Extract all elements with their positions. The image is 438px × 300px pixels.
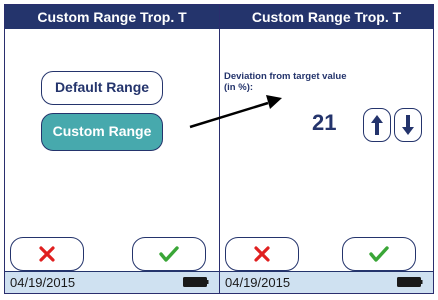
right-title: Custom Range Trop. T	[220, 5, 433, 29]
right-screen: Custom Range Trop. T Deviation from targ…	[219, 4, 434, 294]
status-bar: 04/19/2015	[5, 271, 219, 293]
default-range-button[interactable]: Default Range	[41, 71, 163, 105]
increase-button[interactable]	[363, 108, 391, 142]
left-screen: Custom Range Trop. T Default Range Custo…	[4, 4, 220, 294]
date-text: 04/19/2015	[225, 275, 291, 290]
arrow-down-icon	[402, 115, 414, 135]
cancel-button[interactable]	[225, 237, 299, 271]
arrow-up-icon	[371, 115, 383, 135]
decrease-button[interactable]	[394, 108, 422, 142]
left-title: Custom Range Trop. T	[5, 5, 219, 29]
x-icon	[254, 246, 270, 262]
x-icon	[39, 246, 55, 262]
canvas: Custom Range Trop. T Default Range Custo…	[0, 0, 438, 300]
battery-icon	[397, 277, 423, 287]
custom-range-button[interactable]: Custom Range	[41, 113, 163, 151]
confirm-button[interactable]	[132, 237, 206, 271]
confirm-button[interactable]	[342, 237, 416, 271]
checkmark-icon	[369, 246, 389, 262]
date-text: 04/19/2015	[10, 275, 76, 290]
status-bar: 04/19/2015	[220, 271, 433, 293]
cancel-button[interactable]	[10, 237, 84, 271]
checkmark-icon	[159, 246, 179, 262]
battery-icon	[183, 277, 209, 287]
deviation-value: 21	[312, 110, 337, 135]
deviation-label: Deviation from target value (in %):	[224, 71, 347, 93]
